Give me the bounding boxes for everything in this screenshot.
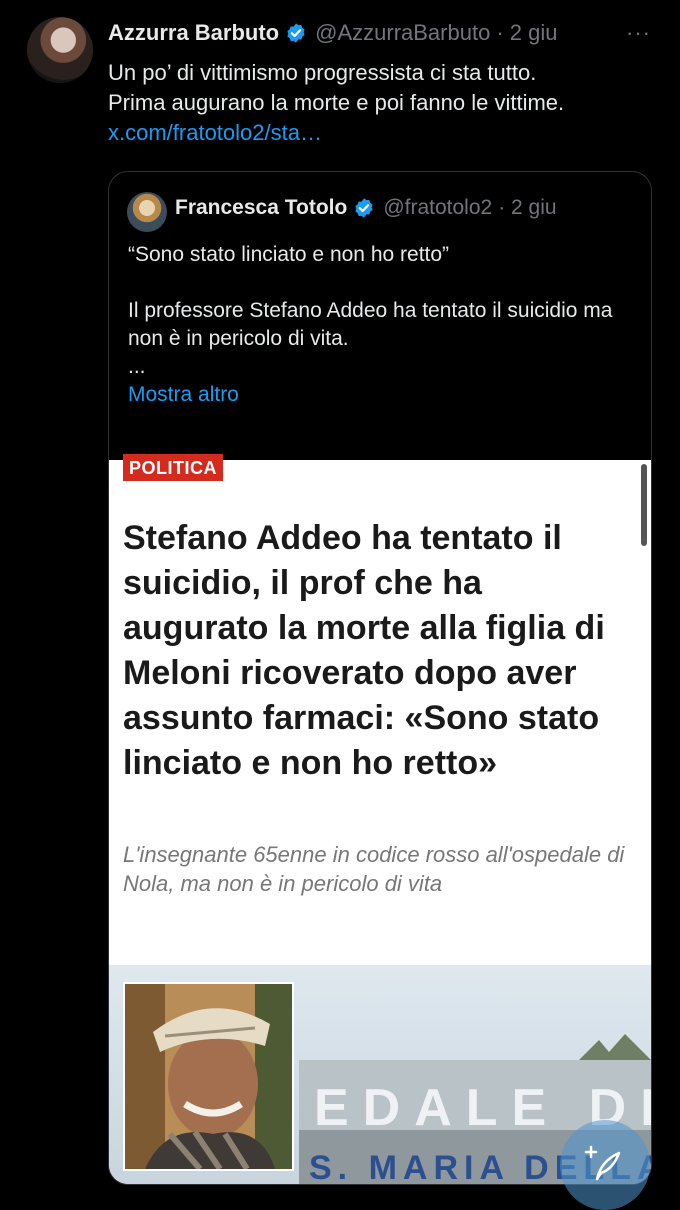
- tweet-time[interactable]: · 2 giu: [496, 20, 557, 46]
- author-avatar[interactable]: [27, 17, 93, 83]
- quoted-author-handle[interactable]: @fratotolo2: [383, 196, 492, 220]
- more-options-icon[interactable]: ···: [626, 20, 651, 46]
- quoted-author-name[interactable]: Francesca Totolo: [175, 196, 347, 220]
- author-name[interactable]: Azzurra Barbuto: [108, 20, 279, 46]
- show-more-link[interactable]: Mostra altro: [128, 381, 628, 409]
- verified-badge-icon: [355, 198, 373, 218]
- quoted-tweet[interactable]: Francesca Totolo @fratotolo2 · 2 giu “So…: [108, 171, 652, 1185]
- tweet-link[interactable]: x.com/fratotolo2/sta…: [108, 118, 668, 148]
- quoted-tweet-text: “Sono stato linciato e non ho retto” Il …: [128, 241, 628, 409]
- tweet-text-line: Prima augurano la morte e poi fanno le v…: [108, 90, 565, 115]
- tweet-text-line: Un po’ di vittimismo progressista ci sta…: [108, 60, 537, 85]
- article-subheadline: L'insegnante 65enne in codice rosso all'…: [123, 842, 625, 896]
- quoted-text-line: Il professore Stefano Addeo ha tentato i…: [128, 299, 613, 350]
- tweet[interactable]: Azzurra Barbuto @AzzurraBarbuto · 2 giu …: [0, 0, 680, 1210]
- inset-portrait: [123, 982, 294, 1171]
- tweet-text: Un po’ di vittimismo progressista ci sta…: [108, 58, 668, 148]
- quoted-tweet-header: Francesca Totolo @fratotolo2 · 2 giu: [175, 196, 557, 220]
- author-handle[interactable]: @AzzurraBarbuto: [315, 20, 490, 46]
- quoted-text-ellipsis: ...: [128, 355, 146, 378]
- quoted-text-line: “Sono stato linciato e non ho retto”: [128, 243, 450, 266]
- section-badge: POLITICA: [123, 454, 223, 481]
- verified-badge-icon: [287, 23, 305, 43]
- article-screenshot[interactable]: POLITICA Stefano Addeo ha tentato il sui…: [109, 454, 651, 1184]
- compose-post-button[interactable]: [560, 1120, 650, 1210]
- article-headline: Stefano Addeo ha tentato il suicidio, il…: [123, 519, 605, 782]
- compose-post-icon: [584, 1145, 621, 1181]
- tweet-header: Azzurra Barbuto @AzzurraBarbuto · 2 giu: [108, 18, 557, 48]
- quoted-tweet-time[interactable]: · 2 giu: [498, 196, 556, 220]
- quoted-author-avatar[interactable]: [127, 192, 167, 232]
- scrollbar: [641, 464, 647, 546]
